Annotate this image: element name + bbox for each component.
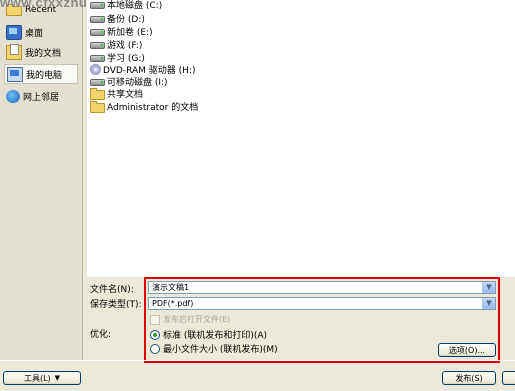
publish-button-label: 发布(S) [455, 373, 483, 383]
place-network[interactable]: 网上邻居 [4, 86, 78, 106]
item-label: Administrator 的文档 [107, 103, 199, 113]
cancel-button[interactable] [502, 371, 515, 385]
place-label: 桌面 [25, 28, 44, 39]
hard-drive-icon [90, 29, 105, 36]
place-label: 我的文档 [25, 48, 62, 59]
folder-icon [90, 87, 105, 100]
tools-button[interactable]: 工具(L) ▼ [3, 371, 81, 385]
removable-disk-icon [90, 79, 105, 86]
list-item[interactable]: 共享文档 [90, 87, 143, 100]
places-bar: Recent 桌面 我的文档 我的电脑 网上邻居 [0, 0, 83, 360]
watermark-text: www.cfxxzhu [0, 0, 88, 10]
item-label: 游戏 (F:) [107, 41, 143, 51]
list-item[interactable]: Administrator 的文档 [90, 100, 198, 113]
hard-drive-icon [90, 2, 105, 9]
list-item[interactable]: 游戏 (F:) [90, 38, 142, 51]
my-documents-icon [6, 43, 22, 60]
item-label: 备份 (D:) [107, 15, 145, 25]
item-label: 新加卷 (E:) [107, 28, 153, 38]
list-item[interactable]: 新加卷 (E:) [90, 25, 153, 38]
network-places-icon [6, 89, 20, 103]
list-item[interactable]: 备份 (D:) [90, 12, 145, 25]
file-list[interactable]: 本地磁盘 (C:) 备份 (D:) 新加卷 (E:) 游戏 (F:) 学习 (G… [87, 0, 515, 277]
place-my-documents[interactable]: 我的文档 [4, 42, 78, 62]
dvd-drive-icon [90, 64, 101, 75]
dropdown-arrow-icon: ▼ [54, 374, 61, 382]
place-label: 网上邻居 [23, 92, 60, 103]
publish-button[interactable]: 发布(S) [442, 371, 496, 385]
list-item[interactable]: 本地磁盘 (C:) [90, 0, 162, 11]
place-my-computer[interactable]: 我的电脑 [4, 64, 78, 84]
desktop-icon [6, 24, 22, 40]
hard-drive-icon [90, 16, 105, 23]
hard-drive-icon [90, 55, 105, 62]
optimize-label: 优化: [90, 330, 112, 340]
folder-icon [90, 100, 105, 113]
hard-drive-icon [90, 42, 105, 49]
place-label: 我的电脑 [26, 70, 63, 81]
my-computer-icon [7, 66, 23, 82]
place-desktop[interactable]: 桌面 [4, 22, 78, 42]
item-label: 共享文档 [107, 90, 144, 100]
tools-button-label: 工具(L) [23, 373, 51, 383]
filetype-label: 保存类型(T): [90, 300, 142, 310]
highlight-box [144, 277, 500, 363]
item-label: 本地磁盘 (C:) [107, 1, 163, 11]
filename-label: 文件名(N): [90, 285, 134, 295]
